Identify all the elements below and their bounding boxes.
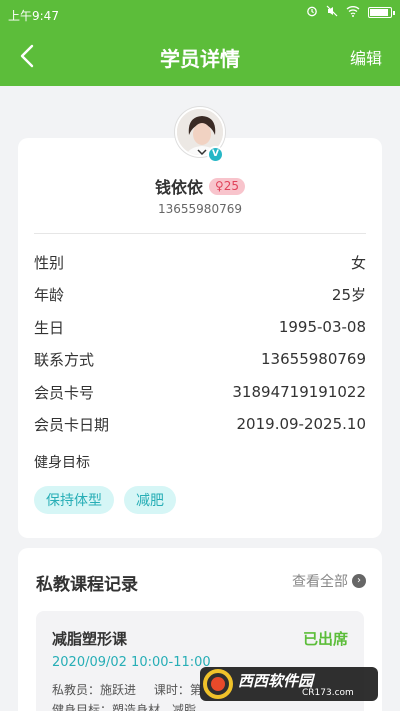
app-header: 上午9:47 学员详情 编辑 <box>0 0 400 86</box>
field-label: 会员卡日期 <box>34 415 110 434</box>
field-age: 年龄 25岁 <box>34 282 366 306</box>
hours-label: 课时：第 <box>153 683 202 697</box>
course-time: 2020/09/02 10:00-11:00 <box>52 655 211 670</box>
edit-button[interactable]: 编辑 <box>350 45 382 69</box>
field-label: 年龄 <box>34 285 65 304</box>
goal-tag[interactable]: 保持体型 <box>34 486 114 514</box>
field-value: 1995-03-08 <box>278 318 366 336</box>
status-bar: 上午9:47 <box>0 0 400 28</box>
student-name: 钱依依 <box>154 178 203 197</box>
battery-icon <box>368 7 395 18</box>
field-contact: 联系方式 13655980769 <box>34 347 366 371</box>
divider <box>34 233 366 234</box>
chevron-right-icon: › <box>352 574 366 588</box>
fitness-goal-tags: 保持体型 减肥 <box>34 486 176 514</box>
section-title: 私教课程记录 <box>36 575 138 595</box>
status-time: 上午9:47 <box>8 9 59 23</box>
field-gender: 性别 女 <box>34 250 366 274</box>
status-icons <box>306 5 395 20</box>
field-value: 女 <box>350 253 366 272</box>
alarm-icon <box>306 5 318 20</box>
watermark-url: CR173.com <box>302 688 354 698</box>
field-label: 联系方式 <box>34 350 95 369</box>
attendance-status: 已出席 <box>302 630 348 648</box>
field-label: 性别 <box>34 253 65 272</box>
fitness-goal-label: 健身目标 <box>34 455 90 471</box>
coach-label: 私教员：施跃进 <box>52 683 137 697</box>
goal-tag[interactable]: 减肥 <box>124 486 176 514</box>
mute-icon <box>326 5 338 20</box>
field-label: 生日 <box>34 318 65 337</box>
profile-card: 钱依依 ♀25 13655980769 性别 女 年龄 25岁 生日 1995-… <box>18 138 382 538</box>
field-value: 25岁 <box>331 285 366 304</box>
page-title: 学员详情 <box>160 47 240 71</box>
field-birthday: 生日 1995-03-08 <box>34 315 366 339</box>
field-value: 13655980769 <box>261 350 366 368</box>
field-card-number: 会员卡号 31894719191022 <box>34 380 366 404</box>
nav-bar: 学员详情 编辑 <box>0 28 400 86</box>
wifi-icon <box>346 5 360 20</box>
field-card-date: 会员卡日期 2019.09-2025.10 <box>34 412 366 436</box>
course-goal: 健身目标：塑造身材、减脂 <box>52 703 197 711</box>
name-row: 钱依依 ♀25 <box>18 174 382 198</box>
watermark-logo: 西西软件园 CR173.com <box>198 664 382 704</box>
verified-icon: V <box>207 146 224 163</box>
course-meta: 私教员：施跃进 课时：第 <box>52 681 202 698</box>
field-label: 会员卡号 <box>34 383 95 402</box>
student-phone: 13655980769 <box>158 202 242 216</box>
view-all-label: 查看全部 <box>292 574 348 590</box>
field-value: 31894719191022 <box>232 383 366 401</box>
view-all-link[interactable]: 查看全部 › <box>292 571 366 591</box>
field-value: 2019.09-2025.10 <box>236 415 366 433</box>
course-name: 减脂塑形课 <box>52 630 128 648</box>
gender-age-badge: ♀25 <box>208 177 246 195</box>
